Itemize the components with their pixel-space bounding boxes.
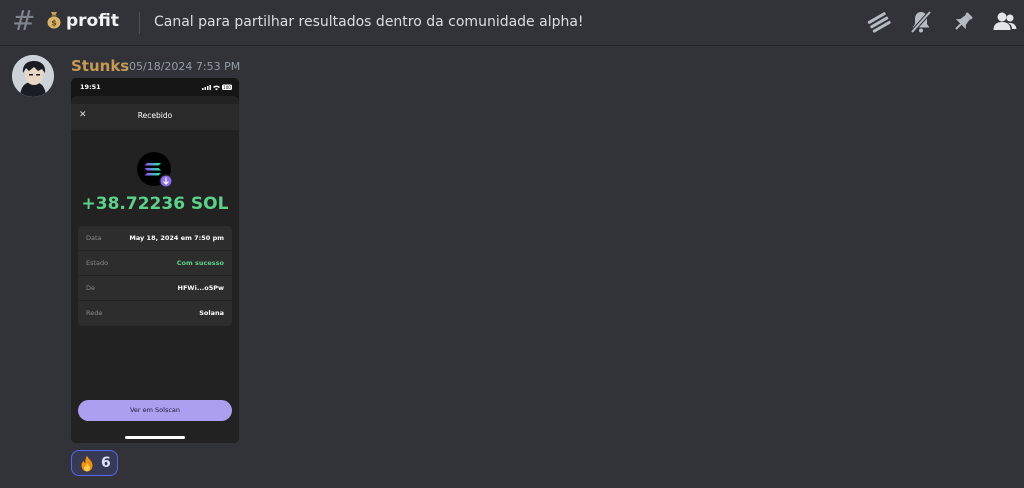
- received-amount: +38.72236 SOL: [81, 194, 229, 214]
- solana-token-icon: [137, 152, 173, 188]
- battery-level: 100: [223, 85, 231, 90]
- message-username[interactable]: Stunks: [71, 56, 129, 76]
- phone-status-bar: 19:51 100: [71, 78, 239, 96]
- home-indicator: [125, 436, 185, 439]
- hashtag-icon: #: [12, 4, 36, 37]
- svg-text:$: $: [51, 19, 57, 28]
- fire-icon: [81, 455, 93, 472]
- avatar[interactable]: [12, 55, 54, 97]
- image-attachment[interactable]: 19:51 100 ✕ Recebido +38.72236 SOL Data …: [71, 78, 239, 443]
- sheet-title: Recebido: [137, 111, 173, 120]
- detail-label: Rede: [86, 309, 103, 317]
- detail-value: Com sucesso: [176, 259, 224, 267]
- threads-icon[interactable]: [866, 9, 892, 35]
- channel-name: profit: [66, 11, 119, 31]
- message-timestamp: 05/18/2024 7:53 PM: [129, 60, 241, 73]
- header-divider: [139, 12, 140, 34]
- detail-row-date: Data May 18, 2024 em 7:50 pm: [78, 226, 232, 251]
- money-bag-icon: $: [47, 12, 61, 29]
- members-icon[interactable]: [992, 9, 1018, 35]
- reaction-count: 6: [101, 455, 111, 471]
- channel-topic[interactable]: Canal para partilhar resultados dentro d…: [154, 12, 584, 32]
- notifications-muted-icon[interactable]: [908, 9, 934, 35]
- sheet-top-bar: ✕ Recebido: [71, 104, 239, 130]
- detail-label: De: [86, 284, 96, 292]
- channel-header: # $ profit Canal para partilhar resultad…: [0, 0, 1024, 46]
- reaction-button[interactable]: 6: [71, 450, 118, 476]
- view-on-solscan-button[interactable]: Ver em Solscan: [78, 400, 232, 421]
- detail-label: Estado: [86, 259, 109, 267]
- status-icons: 100: [202, 84, 232, 91]
- detail-label: Data: [86, 234, 102, 242]
- detail-row-network: Rede Solana: [78, 301, 232, 326]
- avatar-image: [12, 55, 54, 97]
- detail-value: HFWi...o5Pw: [177, 284, 224, 292]
- detail-row-status: Estado Com sucesso: [78, 251, 232, 276]
- pin-icon[interactable]: [950, 9, 976, 35]
- transaction-sheet: ✕ Recebido +38.72236 SOL Data May 18, 20…: [71, 96, 239, 443]
- transaction-details: Data May 18, 2024 em 7:50 pm Estado Com …: [78, 226, 232, 326]
- detail-row-from: De HFWi...o5Pw: [78, 276, 232, 301]
- detail-value: May 18, 2024 em 7:50 pm: [129, 234, 224, 242]
- status-time: 19:51: [80, 83, 101, 91]
- detail-value: Solana: [199, 309, 224, 317]
